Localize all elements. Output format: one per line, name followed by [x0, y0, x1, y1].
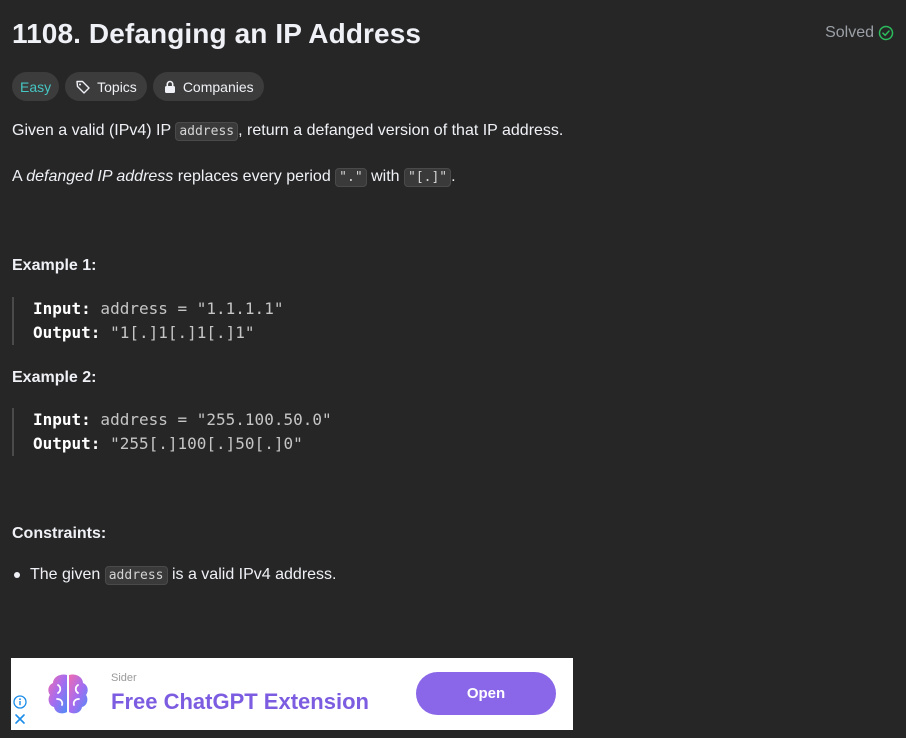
inline-code: address — [175, 122, 239, 141]
example-input-line: Input: address = "1.1.1.1" — [33, 297, 283, 321]
text: Given a valid (IPv4) IP — [12, 122, 176, 139]
companies-label: Companies — [182, 78, 254, 95]
problem-title: 1108. Defanging an IP Address — [12, 18, 422, 49]
text: The given — [30, 566, 105, 583]
example-output-line: Output: "1[.]1[.]1[.]1" — [33, 321, 283, 345]
solved-label: Solved — [825, 24, 874, 41]
output-value: "1[.]1[.]1[.]1" — [100, 323, 255, 342]
companies-button[interactable]: Companies — [152, 72, 264, 101]
description-paragraph-2: A defanged IP address replaces every per… — [12, 168, 456, 187]
difficulty-label: Easy — [20, 78, 52, 95]
bullet-dot — [14, 572, 20, 578]
example-input-line: Input: address = "255.100.50.0" — [33, 408, 332, 432]
text: with — [366, 168, 404, 185]
inline-code: address — [104, 566, 168, 585]
text: A — [12, 168, 27, 185]
topics-button[interactable]: Topics — [65, 72, 147, 101]
example-1-block: Input: address = "1.1.1.1" Output: "1[.]… — [12, 297, 283, 345]
tag-row: Easy Topics Companies — [12, 72, 264, 101]
example-2-block: Input: address = "255.100.50.0" Output: … — [12, 408, 332, 456]
description-paragraph-1: Given a valid (IPv4) IP address, return … — [12, 122, 564, 141]
brain-icon — [45, 671, 91, 722]
inline-code: "[.]" — [404, 168, 452, 187]
text: replaces every period — [173, 168, 336, 185]
example-2-heading: Example 2: — [12, 369, 97, 386]
ad-open-button[interactable]: Open — [416, 672, 556, 715]
constraint-text: The given address is a valid IPv4 addres… — [30, 566, 337, 585]
input-label: Input: — [33, 410, 91, 429]
text: . — [451, 168, 456, 185]
emphasis-text: defanged IP address — [26, 168, 174, 185]
solved-status: Solved — [825, 24, 894, 42]
difficulty-badge: Easy — [12, 72, 60, 101]
ad-brand: Sider — [111, 672, 137, 684]
check-circle-icon — [878, 25, 894, 41]
output-value: "255[.]100[.]50[.]0" — [100, 434, 303, 453]
output-label: Output: — [33, 323, 101, 342]
example-1-heading: Example 1: — [12, 257, 97, 274]
ad-headline[interactable]: Free ChatGPT Extension — [111, 689, 369, 715]
constraint-item: The given address is a valid IPv4 addres… — [12, 566, 337, 585]
text: , return a defanged version of that IP a… — [238, 122, 564, 139]
input-value: address = "1.1.1.1" — [90, 299, 284, 318]
constraints-heading: Constraints: — [12, 525, 107, 542]
text: is a valid IPv4 address. — [167, 566, 337, 583]
lock-icon — [163, 80, 177, 94]
topics-label: Topics — [97, 78, 137, 95]
inline-code: "." — [335, 168, 367, 187]
tag-icon — [75, 79, 91, 95]
ad-banner[interactable]: Sider Free ChatGPT Extension Open — [11, 658, 573, 730]
close-icon[interactable] — [14, 712, 26, 730]
input-value: address = "255.100.50.0" — [90, 410, 332, 429]
output-label: Output: — [33, 434, 101, 453]
input-label: Input: — [33, 299, 91, 318]
example-output-line: Output: "255[.]100[.]50[.]0" — [33, 432, 332, 456]
